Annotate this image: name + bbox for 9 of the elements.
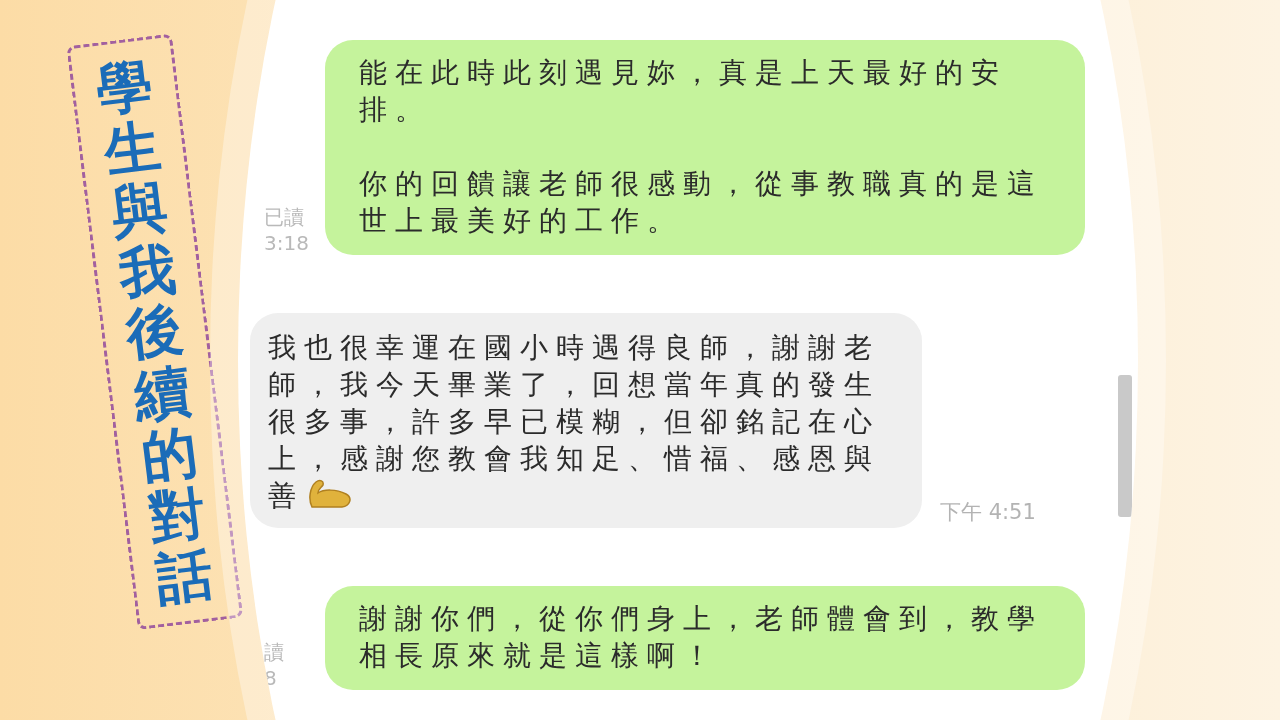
message-time: 下午 4:51 [940, 499, 1036, 526]
slide-title: 學生與我後續的對話 [93, 53, 217, 611]
sent-message: 能在此時此刻遇見妳，真是上天最好的安排。 你的回饋讓老師很感動，從事教職真的是這世上最美好的工作。 [325, 40, 1085, 255]
sent-message: 謝謝你們，從你們身上，老師體會到，教學相長原來就是這樣啊！ [325, 586, 1085, 690]
received-message: 我也很幸運在國小時遇得良師，謝謝老師，我今天畢業了，回想當年真的發生很多事，許多早已模糊，但卻銘記在心上，感謝您教會我知足、惜福、感恩與善 [250, 313, 922, 528]
read-status: 讀 [264, 640, 284, 664]
read-status: 已讀 [264, 205, 304, 229]
flexed-arm-icon [306, 479, 354, 509]
message-time: 3:18 [264, 231, 309, 255]
